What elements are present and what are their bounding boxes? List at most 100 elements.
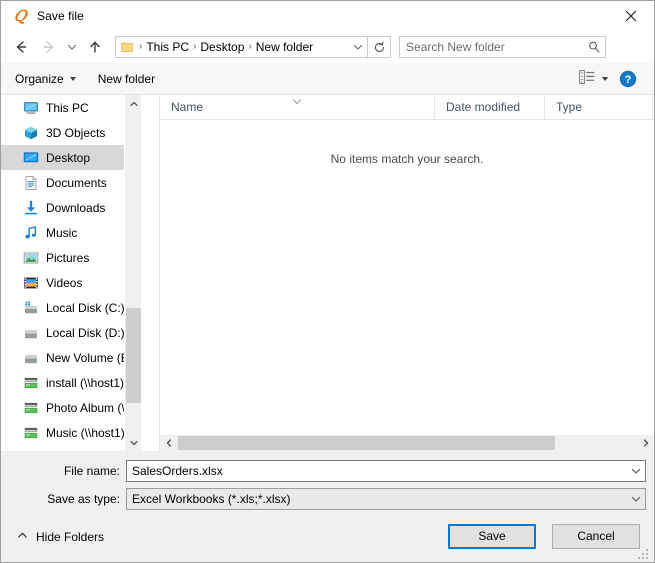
resize-grip-icon[interactable] [638,547,650,559]
sidebar-item-local-disk-d[interactable]: Local Disk (D:) [1,320,141,345]
sidebar-item-label: Desktop [46,150,91,165]
sidebar-vertical-scrollbar[interactable] [124,95,141,451]
search-icon[interactable] [583,37,605,57]
navigation-pane: This PC 3D Objects Desktop Documents Downloa… [1,95,141,451]
forward-button[interactable] [37,35,61,59]
file-list-horizontal-scrollbar[interactable] [160,434,654,451]
sidebar-item-videos[interactable]: Videos [1,270,141,295]
network-drive-icon [23,375,39,391]
sidebar-item-downloads[interactable]: Downloads [1,195,141,220]
chevron-down-icon[interactable] [627,461,645,481]
file-name-label: File name: [63,464,120,478]
breadcrumb-item-new-folder[interactable]: New folder [253,38,316,56]
back-button[interactable] [9,35,33,59]
sidebar-item-label: Music [46,225,78,240]
cancel-button[interactable]: Cancel [552,524,640,549]
sidebar-item-label: New Volume (E:) [46,350,137,365]
save-file-dialog: 𝑄 Save file › This PC › Desktop › New fo… [0,0,655,563]
sidebar-item-label: Music (\\host1) [46,425,125,440]
sidebar-item-this-pc[interactable]: This PC [1,95,141,120]
save-as-type-label: Save as type: [47,492,120,506]
3d-objects-icon [23,125,39,141]
save-as-type-value: Excel Workbooks (*.xls;*.xlsx) [132,492,291,506]
hide-folders-button[interactable]: Hide Folders [13,527,108,547]
sidebar-scroll-thumb[interactable] [126,308,141,403]
sidebar-item-install-host1[interactable]: install (\\host1) [1,370,141,395]
sidebar-item-label: Videos [46,275,83,290]
sidebar-item-music-host1[interactable]: Music (\\host1) [1,420,141,445]
horizontal-scroll-thumb[interactable] [178,436,555,450]
chevron-down-icon[interactable] [349,37,367,57]
search-input[interactable] [400,40,583,54]
caret-down-icon [602,76,608,81]
music-icon [23,225,39,241]
caret-down-icon [69,76,76,81]
sidebar-item-label: This PC [46,100,89,115]
address-bar[interactable]: › This PC › Desktop › New folder [115,36,391,58]
sidebar-item-label: Pictures [46,250,90,265]
breadcrumb-item-desktop[interactable]: Desktop [197,38,247,56]
chevron-left-icon[interactable] [160,435,177,451]
column-header-label: Date modified [446,100,521,114]
sidebar-item-local-disk-c[interactable]: Local Disk (C:) [1,295,141,320]
hide-folders-label: Hide Folders [36,530,105,544]
network-drive-icon [23,425,39,441]
title-bar: 𝑄 Save file [1,1,654,31]
pane-splitter[interactable] [141,95,159,451]
breadcrumb-item-this-pc[interactable]: This PC [143,38,192,56]
sidebar-item-documents[interactable]: Documents [1,170,141,195]
system-drive-icon [23,300,39,316]
save-button[interactable]: Save [448,524,536,549]
refresh-icon[interactable] [367,37,390,57]
svg-text:?: ? [625,74,632,86]
empty-list-message: No items match your search. [330,152,484,166]
command-toolbar: Organize New folder ? [1,63,654,95]
file-name-input[interactable] [127,464,627,478]
help-circle-icon[interactable]: ? [614,67,642,91]
up-one-level-button[interactable] [83,35,107,59]
videos-icon [23,275,39,291]
new-folder-label: New folder [97,71,156,86]
chevron-up-icon [17,530,28,544]
sidebar-item-new-volume-e[interactable]: New Volume (E:) [1,345,141,370]
organize-button[interactable]: Organize [7,68,84,90]
sidebar-item-3d-objects[interactable]: 3D Objects [1,120,141,145]
chevron-down-icon[interactable] [627,489,645,509]
change-view-button[interactable] [573,66,614,91]
navigation-bar: › This PC › Desktop › New folder [1,31,654,63]
sidebar-item-photo-album[interactable]: Photo Album (\\ [1,395,141,420]
recent-locations-button[interactable] [63,35,81,59]
sidebar-item-pictures[interactable]: Pictures [1,245,141,270]
app-orange-glyph-icon: 𝑄 [13,7,27,25]
browser-body: This PC 3D Objects Desktop Documents Downloa… [1,95,654,451]
sidebar-item-desktop[interactable]: Desktop [1,145,141,170]
list-view-icon [579,70,595,87]
column-header-date-modified[interactable]: Date modified [435,95,545,119]
sidebar-item-music[interactable]: Music [1,220,141,245]
downloads-icon [23,200,39,216]
new-folder-button[interactable]: New folder [90,68,163,90]
search-box[interactable] [399,36,606,58]
file-name-row: File name: [1,460,646,482]
network-drive-icon [23,400,39,416]
chevron-down-icon[interactable] [125,434,141,451]
window-title: Save file [37,9,84,23]
chevron-up-icon[interactable] [125,95,141,112]
column-header-name[interactable]: Name [160,95,435,119]
folder-tree: This PC 3D Objects Desktop Documents Downloa… [1,95,141,445]
column-header-type[interactable]: Type [545,95,653,119]
documents-icon [23,175,39,191]
file-list-pane: Name Date modified Type No items match you… [159,95,654,451]
computer-icon [23,100,39,116]
pictures-icon [23,250,39,266]
close-icon[interactable] [608,1,654,31]
folder-icon [120,39,136,55]
column-header-label: Name [171,100,204,114]
organize-label: Organize [15,71,64,86]
chevron-down-icon [291,95,303,109]
drive-icon [23,350,39,366]
save-as-type-combobox[interactable]: Excel Workbooks (*.xls;*.xlsx) [126,488,646,510]
chevron-right-icon[interactable] [637,435,654,451]
drive-icon [23,325,39,341]
file-name-combobox[interactable] [126,460,646,482]
